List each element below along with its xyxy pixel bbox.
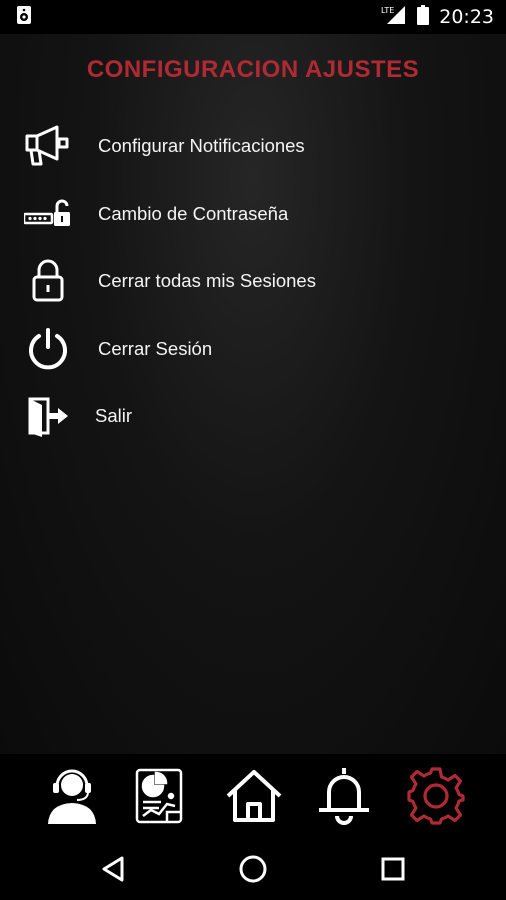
status-bar: LTE 20:23: [0, 0, 506, 34]
lte-signal-icon: LTE: [381, 5, 407, 30]
bottom-nav: [0, 754, 506, 838]
menu-item-notifications[interactable]: Configurar Notificaciones: [0, 116, 506, 176]
page-title: CONFIGURACION AJUSTES: [86, 56, 420, 83]
menu-item-logout[interactable]: Cerrar Sesión: [0, 319, 506, 379]
settings-screen: CONFIGURACION AJUSTES Configurar Notific…: [0, 34, 506, 754]
svg-text:LTE: LTE: [381, 6, 394, 15]
battery-icon: [417, 4, 430, 30]
menu-item-label: Cerrar todas mis Sesiones: [98, 270, 316, 291]
gear-icon[interactable]: [404, 764, 468, 828]
power-icon: [20, 321, 76, 377]
home-icon[interactable]: [222, 764, 286, 828]
support-agent-icon[interactable]: [40, 764, 104, 828]
menu-item-change-password[interactable]: Cambio de Contraseña: [0, 184, 506, 244]
menu-item-label: Configurar Notificaciones: [98, 135, 305, 156]
menu-item-label: Salir: [95, 405, 133, 426]
padlock-icon: [20, 253, 76, 309]
exit-door-icon: [20, 388, 76, 444]
home-circle-icon[interactable]: [236, 852, 270, 886]
recents-icon[interactable]: [376, 852, 410, 886]
speaker-icon: [16, 5, 32, 30]
menu-item-close-all-sessions[interactable]: Cerrar todas mis Sesiones: [0, 251, 506, 311]
clock: 20:23: [439, 6, 494, 28]
menu-item-exit[interactable]: Salir: [0, 386, 506, 446]
password-unlock-icon: [20, 186, 76, 242]
megaphone-icon: [20, 118, 76, 174]
report-chart-icon[interactable]: [130, 764, 194, 828]
system-nav-bar: [0, 838, 506, 900]
menu-item-label: Cambio de Contraseña: [98, 203, 289, 224]
bell-icon[interactable]: [312, 764, 376, 828]
back-icon[interactable]: [96, 852, 130, 886]
menu-item-label: Cerrar Sesión: [98, 338, 213, 359]
